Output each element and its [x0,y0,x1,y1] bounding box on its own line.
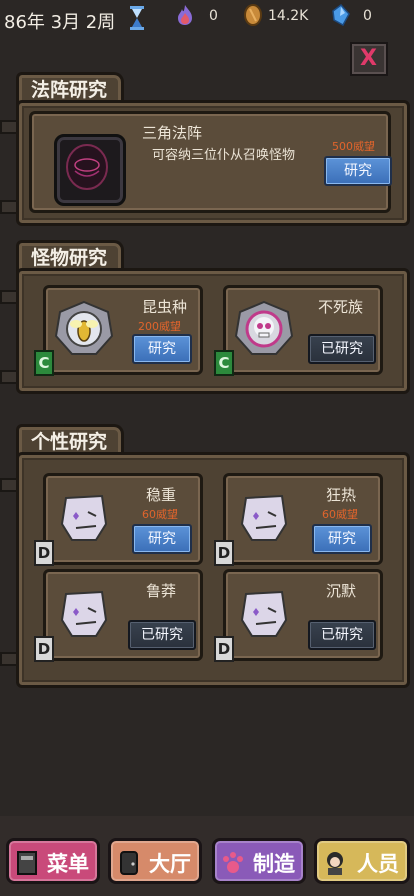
grade-d-tag: D [34,540,54,566]
mask-icon [240,590,288,637]
grade-c-tag: C [34,350,54,376]
formation-cost: 500威望 [332,140,375,153]
insect-badge-icon [54,300,114,355]
paw-icon [223,852,243,873]
top-status-bar: 86年 3月 2周 0 14.2K 0 [0,0,414,38]
gem-count: 0 [363,8,372,24]
monster-card-undead: C 不死族 已研究 [214,285,383,376]
formation-research-panel: 三角法阵 可容纳三位仆从召唤怪物 500威望 研究 [16,100,410,226]
gold-coin-icon [244,4,262,26]
grade-c-tag: C [214,350,234,376]
hourglass-icon [130,6,144,30]
monster-research-panel: C 昆虫种 200威望 研究 C 不死族 已研究 [16,268,410,394]
nav-staff-label: 人员 [357,852,399,876]
trait-name: 狂热 [326,486,357,504]
research-formation-button[interactable]: 研究 [324,156,392,186]
grade-d-tag: D [214,540,234,566]
soul-count: 0 [209,8,218,24]
nav-hall-button[interactable]: 大厅 [108,838,202,884]
trait-card-steady: D 稳重 60威望 研究 [34,473,203,566]
monster-name: 昆虫种 [142,298,188,316]
monster-card-insect: C 昆虫种 200威望 研究 [34,285,203,376]
mask-icon [60,590,108,637]
trait-cost: 60威望 [322,508,358,521]
nav-craft-button[interactable]: 制造 [212,838,306,884]
nav-hall-label: 大厅 [149,852,191,876]
researched-reckless-button[interactable]: 已研究 [128,620,196,650]
formation-name: 三角法阵 [142,124,203,142]
soul-flame-icon [178,5,192,25]
door-icon [120,851,138,875]
close-button[interactable]: X [350,42,388,76]
trait-name: 稳重 [146,486,177,504]
researched-undead-button[interactable]: 已研究 [308,334,376,364]
formation-description: 可容纳三位仆从召唤怪物 [152,148,296,163]
formation-card: 三角法阵 可容纳三位仆从召唤怪物 500威望 研究 [29,111,392,213]
grade-d-tag: D [34,636,54,662]
nav-menu-button[interactable]: 菜单 [6,838,100,884]
mask-icon [240,494,288,541]
monster-cost: 200威望 [138,320,181,333]
gold-count: 14.2K [268,8,309,24]
monster-name: 不死族 [318,298,364,316]
trait-research-panel: D 稳重 60威望 研究 D 狂热 60威望 研究 D 鲁莽 已研究 D 沉默 … [16,452,410,688]
trait-card-reckless: D 鲁莽 已研究 [34,569,203,662]
research-fanatic-button[interactable]: 研究 [312,524,372,554]
character-portrait-icon [327,852,343,875]
skull-badge-icon [234,300,294,355]
trait-card-silent: D 沉默 已研究 [214,569,383,662]
nav-staff-button[interactable]: 人员 [314,838,410,884]
bottom-nav: 菜单 大厅 制造 人员 [0,816,414,896]
research-steady-button[interactable]: 研究 [132,524,192,554]
trait-name: 沉默 [326,582,357,600]
crystal-gem-icon [332,4,350,26]
researched-silent-button[interactable]: 已研究 [308,620,376,650]
close-icon: X [360,46,377,71]
nav-menu-label: 菜单 [47,852,89,876]
book-icon [17,851,37,875]
trait-name: 鲁莽 [146,582,177,600]
trait-cost: 60威望 [142,508,178,521]
mask-icon [60,494,108,541]
portal-icon [54,134,126,206]
nav-craft-label: 制造 [253,852,295,876]
research-insect-button[interactable]: 研究 [132,334,192,364]
grade-d-tag: D [214,636,234,662]
trait-card-fanatic: D 狂热 60威望 研究 [214,473,383,566]
game-date: 86年 3月 2周 [4,12,116,33]
